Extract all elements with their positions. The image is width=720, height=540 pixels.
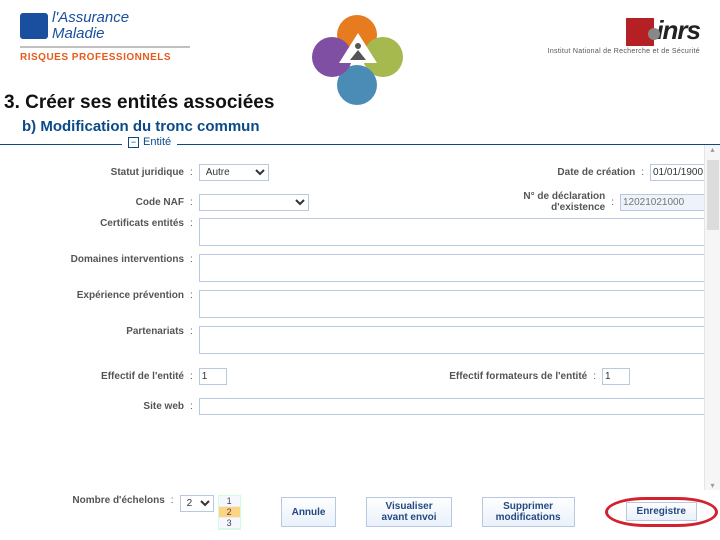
fieldset-legend[interactable]: − Entité bbox=[122, 136, 177, 148]
inrs-icon bbox=[626, 18, 654, 46]
effectif-form-input[interactable] bbox=[602, 368, 630, 385]
preview-button[interactable]: Visualiser avant envoi bbox=[366, 497, 451, 527]
decl-label: N° de déclaration d'existence bbox=[469, 191, 609, 213]
inrs-text: inrs bbox=[656, 15, 700, 46]
list-item[interactable]: 3 bbox=[219, 518, 240, 529]
date-label: Date de création bbox=[499, 167, 639, 178]
naf-select[interactable] bbox=[199, 194, 309, 211]
statut-label: Statut juridique bbox=[70, 167, 188, 178]
echelons-listbox[interactable]: 1 2 3 bbox=[218, 495, 241, 530]
highlight-ellipse: Enregistre bbox=[605, 497, 718, 527]
echelons-label: Nombre d'échelons bbox=[70, 495, 169, 506]
effectif-label: Effectif de l'entité bbox=[70, 371, 188, 382]
domaines-textarea[interactable]: ▴▾ bbox=[199, 254, 720, 282]
inrs-subtitle: Institut National de Recherche et de Séc… bbox=[548, 48, 700, 55]
save-button[interactable]: Enregistre bbox=[626, 502, 697, 521]
cancel-button[interactable]: Annule bbox=[281, 497, 337, 527]
partenariats-textarea[interactable]: ▴▾ bbox=[199, 326, 720, 354]
list-item[interactable]: 2 bbox=[219, 507, 240, 518]
experience-textarea[interactable]: ▴▾ bbox=[199, 290, 720, 318]
list-item[interactable]: 1 bbox=[219, 496, 240, 507]
certs-label: Certificats entités bbox=[70, 218, 188, 229]
page-scrollbar[interactable]: ▴ ▾ bbox=[704, 145, 720, 490]
experience-label: Expérience prévention bbox=[70, 290, 188, 301]
am-icon bbox=[20, 13, 48, 39]
domaines-label: Domaines interventions bbox=[70, 254, 188, 265]
effectif-input[interactable] bbox=[199, 368, 227, 385]
center-logo-icon bbox=[310, 15, 405, 110]
delete-button[interactable]: Supprimer modifications bbox=[482, 497, 575, 527]
partenariats-label: Partenariats bbox=[70, 326, 188, 337]
naf-label: Code NAF bbox=[70, 197, 188, 208]
entity-form: Statut juridique: Autre Date de création… bbox=[70, 158, 720, 422]
effectif-form-label: Effectif formateurs de l'entité bbox=[431, 371, 591, 382]
statut-select[interactable]: Autre bbox=[199, 164, 269, 181]
echelons-select[interactable]: 2 bbox=[180, 495, 214, 512]
logo-inrs: inrs Institut National de Recherche et d… bbox=[548, 15, 700, 55]
site-input[interactable] bbox=[199, 398, 720, 415]
logo-assurance-maladie: l'Assurance Maladie RISQUES PROFESSIONNE… bbox=[20, 10, 190, 63]
scroll-thumb[interactable] bbox=[707, 160, 719, 230]
am-line2: Maladie bbox=[52, 26, 129, 42]
scroll-up-icon[interactable]: ▴ bbox=[710, 145, 714, 154]
certs-textarea[interactable]: ▴▾ bbox=[199, 218, 720, 246]
date-input[interactable] bbox=[650, 164, 712, 181]
scroll-down-icon[interactable]: ▾ bbox=[710, 481, 714, 490]
legend-text: Entité bbox=[143, 136, 171, 148]
am-risques: RISQUES PROFESSIONNELS bbox=[20, 52, 190, 63]
am-line1: l'Assurance bbox=[52, 9, 129, 26]
subsection-title: b) Modification du tronc commun bbox=[22, 118, 720, 135]
site-label: Site web bbox=[70, 401, 188, 412]
collapse-icon[interactable]: − bbox=[128, 137, 139, 148]
